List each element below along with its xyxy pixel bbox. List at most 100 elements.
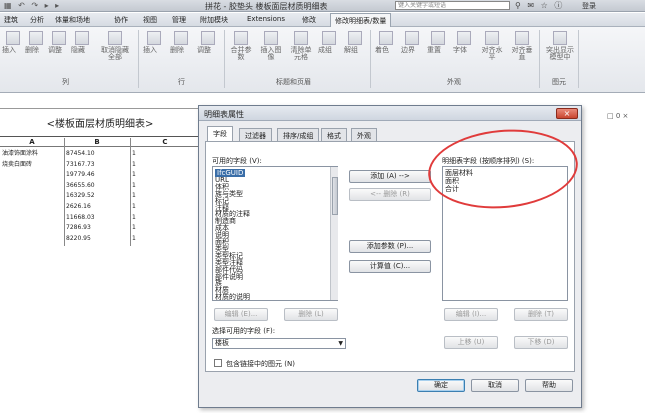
select-from-dropdown[interactable]: 楼板 ▼ (212, 338, 346, 349)
table-cell[interactable] (2, 234, 62, 243)
add-field-button[interactable]: 添加 (A) --> (349, 170, 431, 183)
table-cell[interactable]: 1 (132, 170, 198, 179)
table-cell[interactable]: 73167.73 (66, 160, 128, 169)
table-cell[interactable]: 1 (132, 202, 198, 211)
hide-column-button[interactable]: 隐藏 (71, 31, 93, 54)
delete-available-button[interactable]: 删除 (L) (284, 308, 338, 321)
table-cell[interactable]: 1 (132, 191, 198, 200)
tab-filter[interactable]: 过滤器 (239, 128, 272, 141)
tab-addins[interactable]: 附加模块 (200, 15, 228, 25)
edit-scheduled-button[interactable]: 编辑 (I)... (444, 308, 498, 321)
unhide-all-button[interactable]: 取消隐藏全部 (98, 31, 132, 61)
move-up-button[interactable]: 上移 (U) (444, 336, 498, 349)
table-cell[interactable]: 1 (132, 181, 198, 190)
ungroup-button[interactable]: 解组 (344, 31, 366, 54)
table-cell[interactable]: 87454.10 (66, 149, 128, 158)
insert-row-button[interactable]: 插入 (143, 31, 165, 54)
table-cell[interactable]: 1 (132, 223, 198, 232)
cancel-button[interactable]: 取消 (471, 379, 519, 392)
column-header-a[interactable]: A (0, 138, 64, 147)
add-parameter-button[interactable]: 添加参数 (P)... (349, 240, 431, 253)
borders-button[interactable]: 边界 (401, 31, 423, 54)
tab-modify[interactable]: 修改 (302, 15, 316, 25)
edit-available-button[interactable]: 编辑 (E)... (214, 308, 268, 321)
tab-sorting[interactable]: 排序/成组 (277, 128, 320, 141)
table-cell[interactable]: 11668.03 (66, 213, 128, 222)
table-cell[interactable]: 1 (132, 160, 198, 169)
tab-fields[interactable]: 字段 (207, 126, 233, 142)
move-down-button[interactable]: 下移 (D) (514, 336, 568, 349)
align-vertical-button[interactable]: 对齐垂直 (509, 31, 535, 61)
reset-button[interactable]: 重置 (427, 31, 449, 54)
delete-row-button[interactable]: 删除 (170, 31, 192, 54)
table-cell[interactable] (2, 202, 62, 211)
tab-architecture[interactable]: 建筑 (4, 15, 18, 25)
tab-appearance[interactable]: 外观 (351, 128, 377, 141)
table-cell[interactable] (2, 213, 62, 222)
table-cell[interactable]: 19779.46 (66, 170, 128, 179)
list-item[interactable]: 合计 (445, 185, 459, 193)
calculated-value-button[interactable]: 计算值 (C)... (349, 260, 431, 273)
ribbon-separator (578, 30, 579, 88)
table-cell[interactable]: 16329.52 (66, 191, 128, 200)
clear-cell-button[interactable]: 清除单元格 (288, 31, 314, 61)
help-button[interactable]: 帮助 (525, 379, 573, 392)
column-header-c[interactable]: C (130, 138, 200, 147)
table-cell[interactable]: 烧卖白面砖 (2, 160, 62, 169)
delete-column-button[interactable]: 删除 (25, 31, 47, 54)
tab-analyze[interactable]: 分析 (30, 15, 44, 25)
search-input[interactable]: 键入关键字或短语 (395, 1, 510, 10)
table-cell[interactable]: 7286.93 (66, 223, 128, 232)
table-cell[interactable]: 36655.60 (66, 181, 128, 190)
font-button[interactable]: 字体 (453, 31, 475, 54)
insert-image-button[interactable]: 插入图像 (258, 31, 284, 61)
insert-column-button[interactable]: 插入 (2, 31, 24, 54)
list-item[interactable]: 面积 (445, 177, 459, 185)
group-button[interactable]: 成组 (318, 31, 340, 54)
tab-formatting[interactable]: 格式 (321, 128, 347, 141)
unhide-all-icon (108, 31, 122, 45)
table-cell[interactable]: 油漆饰面涂料 (2, 149, 62, 158)
table-cell[interactable] (2, 181, 62, 190)
table-cell[interactable] (2, 223, 62, 232)
table-cell[interactable] (2, 170, 62, 179)
hide-column-icon (75, 31, 89, 45)
resize-row-button[interactable]: 调整 (197, 31, 219, 54)
list-item[interactable]: 面层材料 (445, 169, 473, 177)
resize-column-button[interactable]: 调整 (48, 31, 70, 54)
tab-extensions[interactable]: Extensions (247, 15, 285, 23)
include-links-checkbox[interactable] (214, 359, 222, 367)
tab-massing[interactable]: 体量和场地 (55, 15, 90, 25)
login-link[interactable]: 登录 (582, 1, 596, 11)
tab-manage[interactable]: 管理 (172, 15, 186, 25)
titlebar-tool-icons[interactable]: ⚲ ✉ ☆ ⓘ (515, 0, 564, 11)
table-cell[interactable]: 1 (132, 213, 198, 222)
tab-collaborate[interactable]: 协作 (114, 15, 128, 25)
merge-params-button[interactable]: 合并参数 (228, 31, 254, 61)
highlight-in-model-button[interactable]: 突出显示模型中 (544, 31, 576, 61)
available-fields-scrollbar[interactable] (330, 167, 338, 300)
scheduled-fields-list[interactable]: 面层材料 面积 合计 (442, 166, 568, 301)
quick-access-toolbar[interactable]: ▦ ↶ ↷ ▸ ▸ (4, 1, 61, 10)
view-window-controls[interactable]: □ 0 × (607, 112, 628, 120)
shading-button[interactable]: 着色 (375, 31, 397, 54)
table-cell[interactable]: 8220.95 (66, 234, 128, 243)
scroll-thumb[interactable] (332, 177, 338, 215)
table-cell[interactable] (2, 191, 62, 200)
table-cell[interactable]: 1 (132, 149, 198, 158)
align-horizontal-button[interactable]: 对齐水平 (479, 31, 505, 61)
available-fields-list[interactable]: IfcGUID URL 体积 族与类型 标记 注释 材质的注释 制造商 成本 说明 面积 类型 类型标记… (212, 166, 338, 301)
tab-view[interactable]: 视图 (143, 15, 157, 25)
table-cell[interactable]: 2626.16 (66, 202, 128, 211)
tab-modify-schedule[interactable]: 修改明细表/数量 (330, 13, 392, 27)
table-cell[interactable]: 1 (132, 234, 198, 243)
column-header-b[interactable]: B (64, 138, 130, 147)
close-button[interactable]: × (556, 108, 578, 119)
ok-button[interactable]: 确定 (417, 379, 465, 392)
list-item[interactable]: 材质的说明 (215, 293, 250, 301)
group-label-titles: 标题和页眉 (276, 78, 311, 86)
delete-scheduled-button[interactable]: 删除 (T) (514, 308, 568, 321)
insert-image-icon (264, 31, 278, 45)
remove-field-button[interactable]: <-- 删除 (R) (349, 188, 431, 201)
ribbon-separator (370, 30, 371, 88)
